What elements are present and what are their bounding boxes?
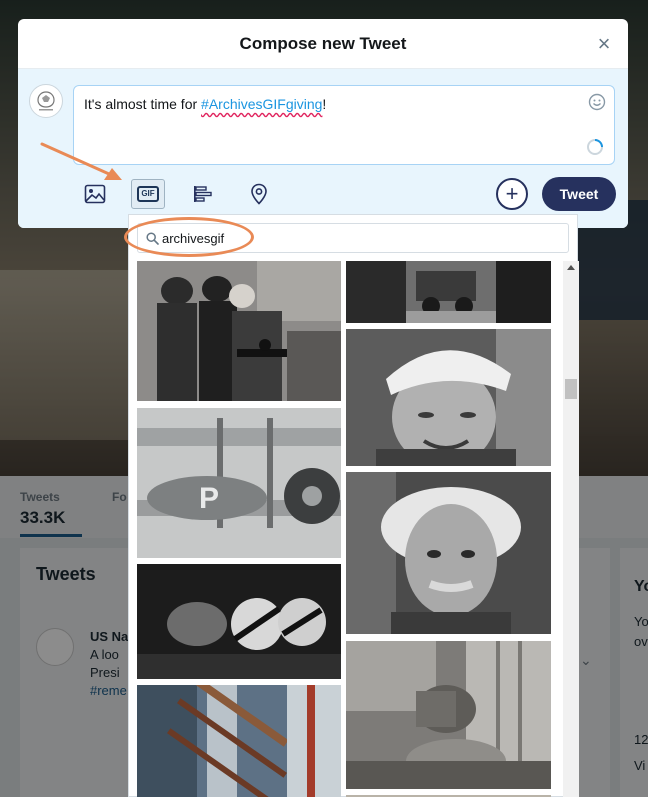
gif-icon: GIF [137,186,159,202]
gif-thumbnail-barrels [346,641,551,789]
gif-tile[interactable] [346,329,551,466]
close-icon[interactable]: × [592,32,616,56]
gif-tile[interactable] [137,685,341,797]
gif-tile[interactable] [137,564,341,679]
tweet-button[interactable]: Tweet [542,177,616,211]
gif-results-scrollbar[interactable] [563,261,579,797]
search-icon [146,232,159,245]
svg-text:P: P [199,482,219,515]
tweet-text-input[interactable]: It's almost time for #ArchivesGIFgiving! [73,85,615,165]
compose-tweet-dialog: Compose new Tweet × It's almost time for… [18,19,628,228]
gif-thumbnail-officers [137,261,341,401]
poll-icon [194,186,212,202]
location-icon [251,183,267,205]
add-poll-button[interactable] [186,179,220,209]
gif-tile[interactable] [346,641,551,789]
gif-tile[interactable] [346,472,551,634]
tweet-text: It's almost time for #ArchivesGIFgiving! [84,96,326,112]
dialog-title: Compose new Tweet [239,34,407,53]
gif-thumbnail-rocket [137,685,341,797]
tweet-text-prefix: It's almost time for [84,96,202,112]
add-another-tweet-button[interactable]: + [496,178,528,210]
gif-thumbnail-car [346,261,551,323]
annotation-arrow-icon [40,142,122,180]
tweet-text-suffix: ! [322,96,327,112]
gif-thumbnail-biplane: P [137,408,341,558]
gif-thumbnail-boy [346,329,551,466]
gif-thumbnail-einstein [346,472,551,634]
gif-search-box[interactable] [137,223,569,253]
dialog-header: Compose new Tweet × [18,19,628,69]
gif-tile[interactable]: P [137,408,341,558]
national-archives-logo-icon [37,91,55,111]
gif-results-grid: P [129,261,563,797]
emoji-icon[interactable] [588,93,606,111]
gif-picker-panel: P [128,214,579,797]
add-location-button[interactable] [242,179,276,209]
avatar [29,84,63,118]
gif-thumbnail-cylinders [137,564,341,679]
tweet-hashtag: #ArchivesGIFgiving [201,96,323,112]
gif-tile[interactable] [346,261,551,323]
gif-tile[interactable] [137,261,341,401]
scroll-up-arrow-icon[interactable] [567,265,575,270]
scroll-thumb[interactable] [565,379,577,399]
gif-search-input[interactable] [162,228,542,248]
character-count-spinner-icon [587,139,603,155]
